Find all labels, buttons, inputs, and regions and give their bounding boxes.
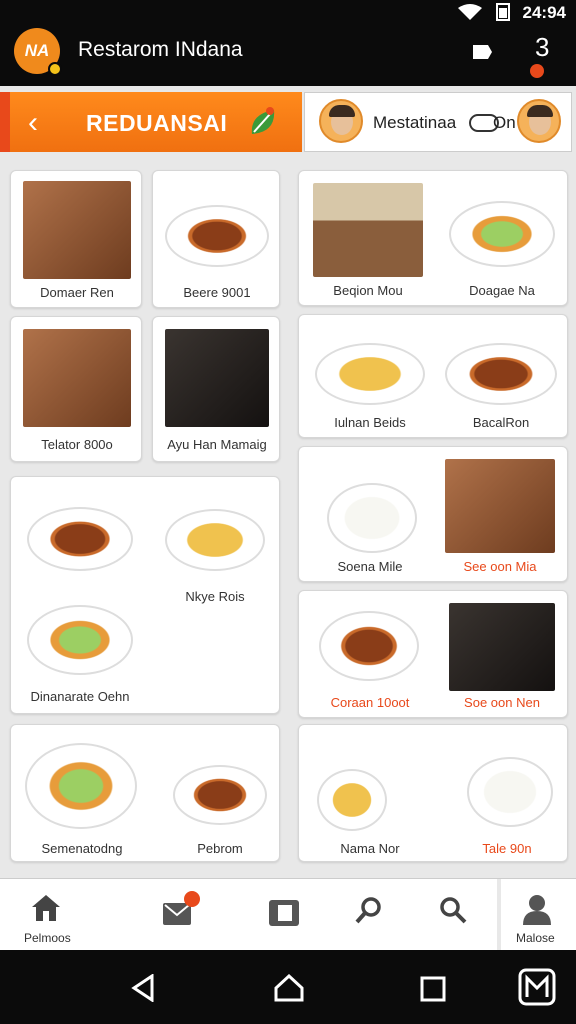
dish-photo <box>327 483 417 553</box>
dish-caption: Tale 90n <box>482 841 532 856</box>
dish-photo <box>315 343 425 405</box>
dish-caption: Dinanarate Oehn <box>30 689 130 704</box>
dish-photo <box>23 181 131 279</box>
dish-photo <box>27 605 133 675</box>
battery-icon <box>496 3 510 21</box>
user-panel[interactable]: Mestatinaa On <box>304 92 572 152</box>
search-icon <box>440 897 467 924</box>
dish-photo <box>165 329 269 427</box>
nav-orders[interactable] <box>264 879 304 951</box>
dish-caption: Iulnan Beids <box>334 415 406 430</box>
dish-photo <box>25 743 137 829</box>
menu-card[interactable]: Semenatodng Pebrom <box>10 724 280 862</box>
person-icon <box>523 895 551 925</box>
dish-photo <box>23 329 131 427</box>
nav-search-alt[interactable] <box>434 879 474 951</box>
home-icon <box>32 895 60 921</box>
nav-label: Malose <box>516 931 555 945</box>
chevron-left-icon[interactable]: ‹ <box>28 106 38 140</box>
dining-photo <box>313 183 423 277</box>
home-icon[interactable] <box>274 974 304 1002</box>
dish-caption: Nama Nor <box>340 841 400 856</box>
header-left: ‹ REDUANSAI <box>0 92 302 152</box>
avatar[interactable] <box>319 99 363 143</box>
nav-home[interactable]: Pelmoos <box>20 879 74 951</box>
nav-badge <box>184 891 200 907</box>
logo-dot-icon <box>48 62 62 76</box>
dish-photo <box>467 757 553 827</box>
menu-card[interactable]: Beere 9001 <box>152 170 280 308</box>
tablet-icon <box>269 900 299 926</box>
dish-caption: Soena Mile <box>337 559 403 574</box>
dish-photo <box>445 343 557 405</box>
notification-count[interactable]: 3 <box>535 32 549 63</box>
dish-caption: Semenatodng <box>41 841 123 856</box>
nav-label: Pelmoos <box>24 931 71 945</box>
menu-card[interactable]: Coraan 10oot Soe oon Nen <box>298 590 568 718</box>
avatar[interactable] <box>517 99 561 143</box>
menu-card[interactable]: Iulnan Beids BacalRon <box>298 314 568 438</box>
status-time: 24:94 <box>522 3 566 22</box>
dish-caption: Doagae Na <box>469 283 535 298</box>
notification-dot-icon <box>530 64 544 78</box>
menu-card[interactable]: Domaer Ren <box>10 170 142 308</box>
leaf-icon <box>251 107 275 134</box>
dish-caption: Soe oon Nen <box>464 695 540 710</box>
menu-card[interactable]: Beqion Mou Doagae Na <box>298 170 568 306</box>
menu-card[interactable]: Nkye Rois Dinanarate Oehn <box>10 476 280 714</box>
app-bar: NA Restarom INdana 3 <box>0 24 576 86</box>
logo-text: NA <box>24 41 50 60</box>
search-icon <box>355 897 381 924</box>
dish-photo <box>165 509 265 571</box>
app-switch-icon[interactable] <box>518 968 556 1006</box>
system-nav <box>0 950 576 1024</box>
dish-caption: Beqion Mou <box>333 283 403 298</box>
dish-photo <box>165 205 269 267</box>
dish-photo <box>317 769 387 831</box>
nav-search[interactable] <box>350 879 390 951</box>
status-bar: 24:94 <box>0 0 576 24</box>
user-name: Mestatinaa <box>373 113 457 132</box>
dish-caption: See oon Mia <box>463 559 537 574</box>
dish-photo <box>173 765 267 825</box>
dish-photo <box>27 507 133 571</box>
dish-caption: Beere 9001 <box>183 285 251 300</box>
dish-caption: Coraan 10oot <box>330 695 410 710</box>
nav-profile[interactable]: Malose <box>510 879 566 951</box>
dish-photo <box>449 603 555 691</box>
back-icon[interactable] <box>130 974 156 1002</box>
menu-card[interactable]: Ayu Han Mamaig <box>152 316 280 462</box>
dish-caption: Ayu Han Mamaig <box>167 437 267 452</box>
dish-caption: Pebrom <box>197 841 243 856</box>
dish-caption: Telator 800o <box>41 437 113 452</box>
app-logo[interactable]: NA <box>14 28 62 76</box>
header-title: REDUANSAI <box>86 110 228 136</box>
tag-icon[interactable] <box>470 40 494 64</box>
dish-photo <box>319 611 419 681</box>
nav-mail[interactable] <box>158 879 204 951</box>
nav-divider <box>497 879 501 951</box>
wifi-icon <box>458 4 482 20</box>
header-banner: ‹ REDUANSAI Mestatinaa On <box>0 88 576 156</box>
toggle-label: On <box>493 113 516 132</box>
dish-photo <box>445 459 555 553</box>
dish-photo <box>449 201 555 267</box>
menu-card[interactable]: Telator 800o <box>10 316 142 462</box>
app-title: Restarom INdana <box>78 38 243 61</box>
menu-card[interactable]: Soena Mile See oon Mia <box>298 446 568 582</box>
menu-card[interactable]: Nama Nor Tale 90n <box>298 724 568 862</box>
recents-icon[interactable] <box>420 976 446 1002</box>
dish-caption: BacalRon <box>472 415 530 430</box>
bottom-nav: Pelmoos Malose <box>0 878 576 951</box>
dish-caption: Domaer Ren <box>40 285 114 300</box>
dish-caption: Nkye Rois <box>185 589 245 604</box>
